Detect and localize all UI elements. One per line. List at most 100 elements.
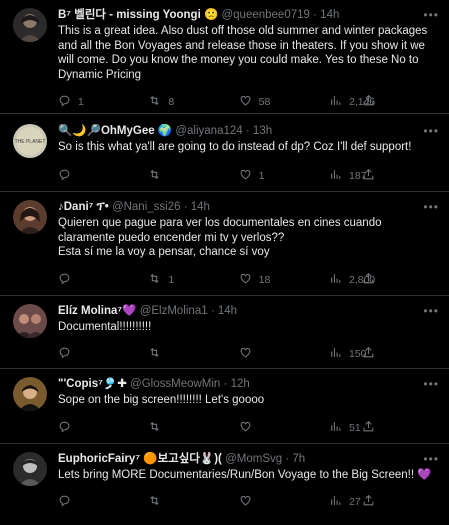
like-count: 58 — [258, 96, 271, 108]
reply-button[interactable] — [58, 346, 118, 362]
share-icon[interactable] — [362, 94, 375, 110]
dot-separator: · — [313, 9, 317, 21]
tweet-text: Lets bring MORE Documentaries/Run/Bon Vo… — [58, 469, 432, 481]
like-button[interactable]: 1 — [239, 168, 299, 184]
like-count: 18 — [258, 274, 271, 286]
dot-separator: · — [183, 201, 188, 213]
like-button[interactable] — [239, 494, 299, 510]
handle[interactable]: @aliyana124 — [175, 125, 242, 137]
views-icon — [329, 94, 342, 110]
reply-count: 1 — [78, 96, 84, 108]
display-name[interactable]: Elíz Molina⁷💜 — [58, 305, 136, 317]
views-icon — [329, 420, 342, 436]
share-icon[interactable] — [362, 168, 375, 184]
tweet[interactable]: Elíz Molina⁷💜 @ElzMolina1 · 14h Document… — [0, 296, 449, 369]
dot-separator: · — [245, 125, 250, 137]
more-icon[interactable]: ••• — [423, 377, 439, 391]
views-button[interactable]: 27 — [329, 494, 389, 510]
reply-button[interactable] — [58, 494, 118, 510]
like-icon — [239, 272, 252, 288]
timestamp[interactable]: 14h — [218, 305, 237, 317]
tweet[interactable]: B⁷ 벨린다 - missing Yoongi 🙁 @queenbee0719 … — [0, 0, 449, 114]
avatar[interactable] — [13, 200, 47, 234]
like-button[interactable] — [239, 420, 299, 436]
retweet-count: 1 — [168, 274, 175, 286]
share-icon[interactable] — [362, 494, 375, 510]
reply-button[interactable] — [58, 272, 118, 288]
handle[interactable]: @MomSvg — [225, 453, 282, 465]
reply-icon — [58, 346, 71, 362]
share-icon[interactable] — [362, 346, 375, 362]
display-name[interactable]: B⁷ 벨린다 - missing Yoongi 🙁 — [58, 9, 218, 21]
avatar[interactable]: THE PLANET — [13, 124, 47, 158]
tweet[interactable]: "'Copis⁷🎐✚ @GlossMeowMin · 12h Sope on t… — [0, 369, 449, 444]
retweet-button[interactable] — [148, 346, 208, 362]
views-icon — [329, 346, 342, 362]
timestamp[interactable]: 12h — [231, 378, 250, 390]
views-icon — [329, 494, 342, 510]
retweet-button[interactable] — [148, 494, 208, 510]
tweet[interactable]: ♪Dani⁷ ፕ• @Nani_ssi26 · 14h Quieren que … — [0, 192, 449, 296]
share-icon[interactable] — [362, 420, 375, 436]
reply-button[interactable]: 1 — [58, 94, 118, 110]
reply-button[interactable] — [58, 168, 118, 184]
retweet-count: 8 — [168, 96, 175, 108]
display-name[interactable]: ♪Dani⁷ ፕ• — [58, 201, 109, 213]
more-icon[interactable]: ••• — [423, 452, 439, 466]
avatar[interactable] — [13, 8, 47, 42]
display-name[interactable]: EuphoricFairy⁷ 🟠보고싶다🐰)( — [58, 453, 222, 465]
svg-text:THE PLANET: THE PLANET — [15, 139, 46, 145]
more-icon[interactable]: ••• — [423, 124, 439, 138]
like-count: 1 — [258, 170, 265, 182]
timestamp[interactable]: 13h — [253, 125, 272, 137]
more-icon[interactable]: ••• — [423, 8, 439, 22]
more-icon[interactable]: ••• — [423, 304, 439, 318]
reply-icon — [58, 494, 71, 510]
display-name[interactable]: "'Copis⁷🎐✚ — [58, 378, 127, 390]
like-button[interactable]: 58 — [239, 94, 299, 110]
reply-icon — [58, 420, 71, 436]
reply-button[interactable] — [58, 420, 118, 436]
tweet-text: Sope on the big screen!!!!!!!! Let's goo… — [58, 394, 265, 406]
retweet-button[interactable]: 8 — [148, 94, 208, 110]
views-button[interactable]: 51 — [329, 420, 389, 436]
views-button[interactable]: 2,146 — [329, 94, 389, 110]
dot-separator: · — [210, 305, 215, 317]
like-button[interactable]: 18 — [239, 272, 299, 288]
retweet-button[interactable] — [148, 420, 208, 436]
handle[interactable]: @queenbee0719 — [221, 9, 309, 21]
like-button[interactable] — [239, 346, 299, 362]
tweet[interactable]: EuphoricFairy⁷ 🟠보고싶다🐰)( @MomSvg · 7h Let… — [0, 444, 449, 525]
share-icon[interactable] — [362, 272, 375, 288]
tweet-text: This is a great idea. Also dust off thos… — [58, 25, 428, 81]
handle[interactable]: @GlossMeowMin — [130, 378, 220, 390]
display-name[interactable]: 🔍🌙🔎OhMyGee 🌍 — [58, 125, 172, 137]
retweet-button[interactable]: 1 — [148, 272, 208, 288]
retweet-icon — [148, 168, 161, 184]
retweet-button[interactable] — [148, 168, 208, 184]
more-icon[interactable]: ••• — [423, 200, 439, 214]
tweet-text: Documental!!!!!!!!!! — [58, 321, 152, 333]
like-icon — [239, 346, 252, 362]
retweet-icon — [148, 272, 161, 288]
retweet-icon — [148, 346, 161, 362]
views-button[interactable]: 187 — [329, 168, 389, 184]
avatar[interactable] — [13, 304, 47, 338]
views-button[interactable]: 2,800 — [329, 272, 389, 288]
timestamp[interactable]: 14h — [191, 201, 210, 213]
views-button[interactable]: 150 — [329, 346, 389, 362]
views-icon — [329, 272, 342, 288]
avatar[interactable] — [13, 452, 47, 486]
dot-separator: · — [223, 378, 228, 390]
retweet-icon — [148, 94, 161, 110]
handle[interactable]: @Nani_ssi26 — [112, 201, 181, 213]
timestamp[interactable]: 7h — [292, 453, 305, 465]
avatar[interactable] — [13, 377, 47, 411]
tweet[interactable]: THE PLANET 🔍🌙🔎OhMyGee 🌍 @aliyana124 · 13… — [0, 114, 449, 192]
views-icon — [329, 168, 342, 184]
retweet-icon — [148, 494, 161, 510]
timestamp[interactable]: 14h — [320, 9, 339, 21]
views-count: 51 — [348, 422, 361, 434]
handle[interactable]: @ElzMolina1 — [140, 305, 208, 317]
views-count: 27 — [348, 496, 361, 508]
